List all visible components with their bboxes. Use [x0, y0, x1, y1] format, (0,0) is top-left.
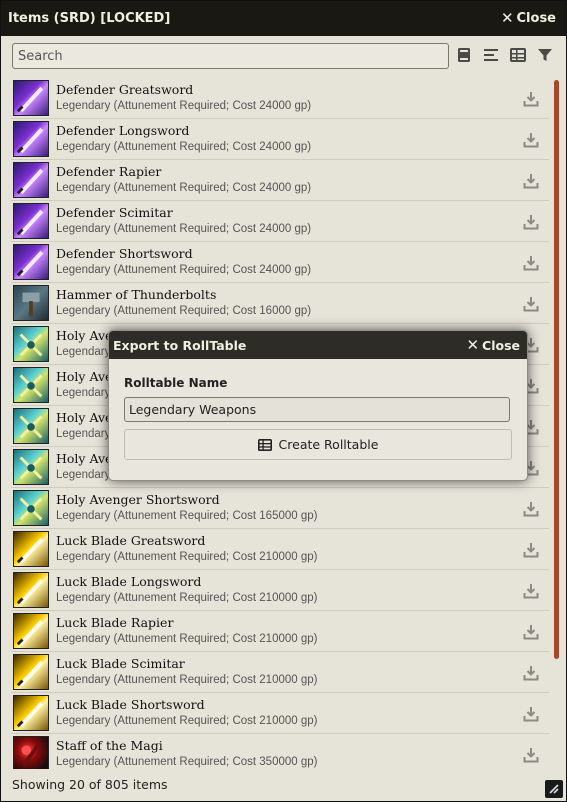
item-name: Luck Blade Longsword — [56, 574, 202, 590]
item-thumbnail — [13, 326, 49, 362]
item-row[interactable]: Luck Blade Scimitar Legendary (Attunement… — [11, 652, 549, 693]
dialog-titlebar[interactable]: Export to RollTable ✕ Close — [109, 331, 527, 359]
item-name: Luck Blade Rapier — [56, 615, 174, 631]
scrollbar[interactable] — [554, 80, 559, 659]
item-name: Defender Shortsword — [56, 246, 193, 262]
item-row[interactable]: Defender Greatsword Legendary (Attunement… — [11, 78, 549, 119]
download-icon[interactable] — [523, 583, 539, 599]
window-close-label: Close — [516, 11, 556, 26]
item-thumbnail — [13, 203, 49, 239]
item-row[interactable]: Staff of the Magi Legendary (Attunement R… — [11, 734, 549, 769]
item-thumbnail — [13, 736, 49, 769]
item-count-status: Showing 20 of 805 items — [12, 777, 168, 792]
item-detail: Legendary (Attunement Required; Cost 240… — [56, 100, 312, 113]
item-name: Luck Blade Greatsword — [56, 533, 206, 549]
create-rolltable-button[interactable]: Create Rolltable — [124, 429, 512, 460]
dialog-close-button[interactable]: ✕ Close — [466, 335, 520, 354]
item-detail: Legendary (Attunement Required; Cost 210… — [56, 674, 318, 687]
download-icon[interactable] — [523, 665, 539, 681]
item-row[interactable]: Holy Avenger Shortsword Legendary (Attune… — [11, 488, 549, 529]
item-detail: Legendary (Attunement Required; Cost 240… — [56, 182, 312, 195]
download-icon[interactable] — [523, 501, 539, 517]
item-thumbnail — [13, 449, 49, 485]
book-icon[interactable] — [455, 46, 473, 64]
item-name: Staff of the Magi — [56, 738, 163, 754]
item-thumbnail — [13, 613, 49, 649]
download-icon[interactable] — [523, 255, 539, 271]
download-icon[interactable] — [523, 542, 539, 558]
item-name: Luck Blade Scimitar — [56, 656, 185, 672]
download-icon[interactable] — [523, 706, 539, 722]
item-row[interactable]: Luck Blade Greatsword Legendary (Attuneme… — [11, 529, 549, 570]
window-title: Items (SRD) [LOCKED] — [8, 11, 171, 26]
dialog-close-label: Close — [482, 337, 520, 353]
item-detail: Legendary (Attunement Required; Cost 240… — [56, 223, 312, 236]
item-thumbnail — [13, 490, 49, 526]
item-detail: Legendary (Attunement Required; Cost 165… — [56, 510, 318, 523]
view-toolbar — [455, 46, 554, 64]
create-rolltable-label: Create Rolltable — [278, 437, 379, 452]
item-name: Holy Avenger Shortsword — [56, 492, 220, 508]
item-row[interactable]: Luck Blade Longsword Legendary (Attunemen… — [11, 570, 549, 611]
item-thumbnail — [13, 531, 49, 567]
item-thumbnail — [13, 367, 49, 403]
item-name: Luck Blade Shortsword — [56, 697, 205, 713]
item-thumbnail — [13, 121, 49, 157]
table-icon — [257, 438, 272, 451]
download-icon[interactable] — [523, 747, 539, 763]
item-detail: Legendary (Attunement Required; Cost 350… — [56, 756, 318, 769]
window-titlebar[interactable]: Items (SRD) [LOCKED] ✕ Close — [1, 1, 566, 36]
item-detail: Legendary (Attunement Required; Cost 210… — [56, 633, 318, 646]
rolltable-name-label: Rolltable Name — [124, 376, 228, 390]
close-icon: ✕ — [466, 335, 480, 354]
window-close-button[interactable]: ✕ Close — [500, 9, 556, 27]
item-detail: Legendary (Attunement Required; Cost 240… — [56, 264, 312, 277]
item-row[interactable]: Defender Scimitar Legendary (Attunement R… — [11, 201, 549, 242]
item-thumbnail — [13, 695, 49, 731]
item-detail: Legendary (Attunement Required; Cost 210… — [56, 715, 318, 728]
item-thumbnail — [13, 572, 49, 608]
item-detail: Legendary (Attunement Required; Cost 210… — [56, 592, 318, 605]
item-name: Defender Longsword — [56, 123, 190, 139]
filter-icon[interactable] — [536, 46, 554, 64]
resize-handle[interactable] — [545, 780, 563, 798]
item-thumbnail — [13, 285, 49, 321]
download-icon[interactable] — [523, 624, 539, 640]
download-icon[interactable] — [523, 173, 539, 189]
item-detail: Legendary (Attunement Required; Cost 240… — [56, 141, 312, 154]
item-name: Defender Greatsword — [56, 82, 194, 98]
item-name: Defender Rapier — [56, 164, 162, 180]
download-icon[interactable] — [523, 296, 539, 312]
item-name: Hammer of Thunderbolts — [56, 287, 217, 303]
download-icon[interactable] — [523, 214, 539, 230]
item-row[interactable]: Defender Rapier Legendary (Attunement Req… — [11, 160, 549, 201]
dialog-title: Export to RollTable — [113, 337, 247, 353]
item-row[interactable]: Luck Blade Rapier Legendary (Attunement R… — [11, 611, 549, 652]
item-row[interactable]: Defender Longsword Legendary (Attunement … — [11, 119, 549, 160]
search-input[interactable] — [12, 43, 449, 69]
item-detail: Legendary (Attunement Required; Cost 210… — [56, 551, 318, 564]
item-thumbnail — [13, 162, 49, 198]
item-name: Defender Scimitar — [56, 205, 173, 221]
download-icon[interactable] — [523, 132, 539, 148]
export-rolltable-dialog: Export to RollTable ✕ Close Rolltable Na… — [108, 330, 528, 481]
list-icon[interactable] — [482, 46, 500, 64]
download-icon[interactable] — [523, 91, 539, 107]
resize-icon — [549, 784, 559, 794]
close-icon: ✕ — [500, 9, 514, 27]
item-thumbnail — [13, 244, 49, 280]
item-thumbnail — [13, 80, 49, 116]
item-row[interactable]: Hammer of Thunderbolts Legendary (Attunem… — [11, 283, 549, 324]
item-row[interactable]: Luck Blade Shortsword Legendary (Attuneme… — [11, 693, 549, 734]
item-row[interactable]: Defender Shortsword Legendary (Attunement… — [11, 242, 549, 283]
rolltable-name-input[interactable] — [124, 397, 510, 422]
item-detail: Legendary (Attunement Required; Cost 160… — [56, 305, 312, 318]
item-thumbnail — [13, 654, 49, 690]
item-thumbnail — [13, 408, 49, 444]
table-icon[interactable] — [509, 46, 527, 64]
